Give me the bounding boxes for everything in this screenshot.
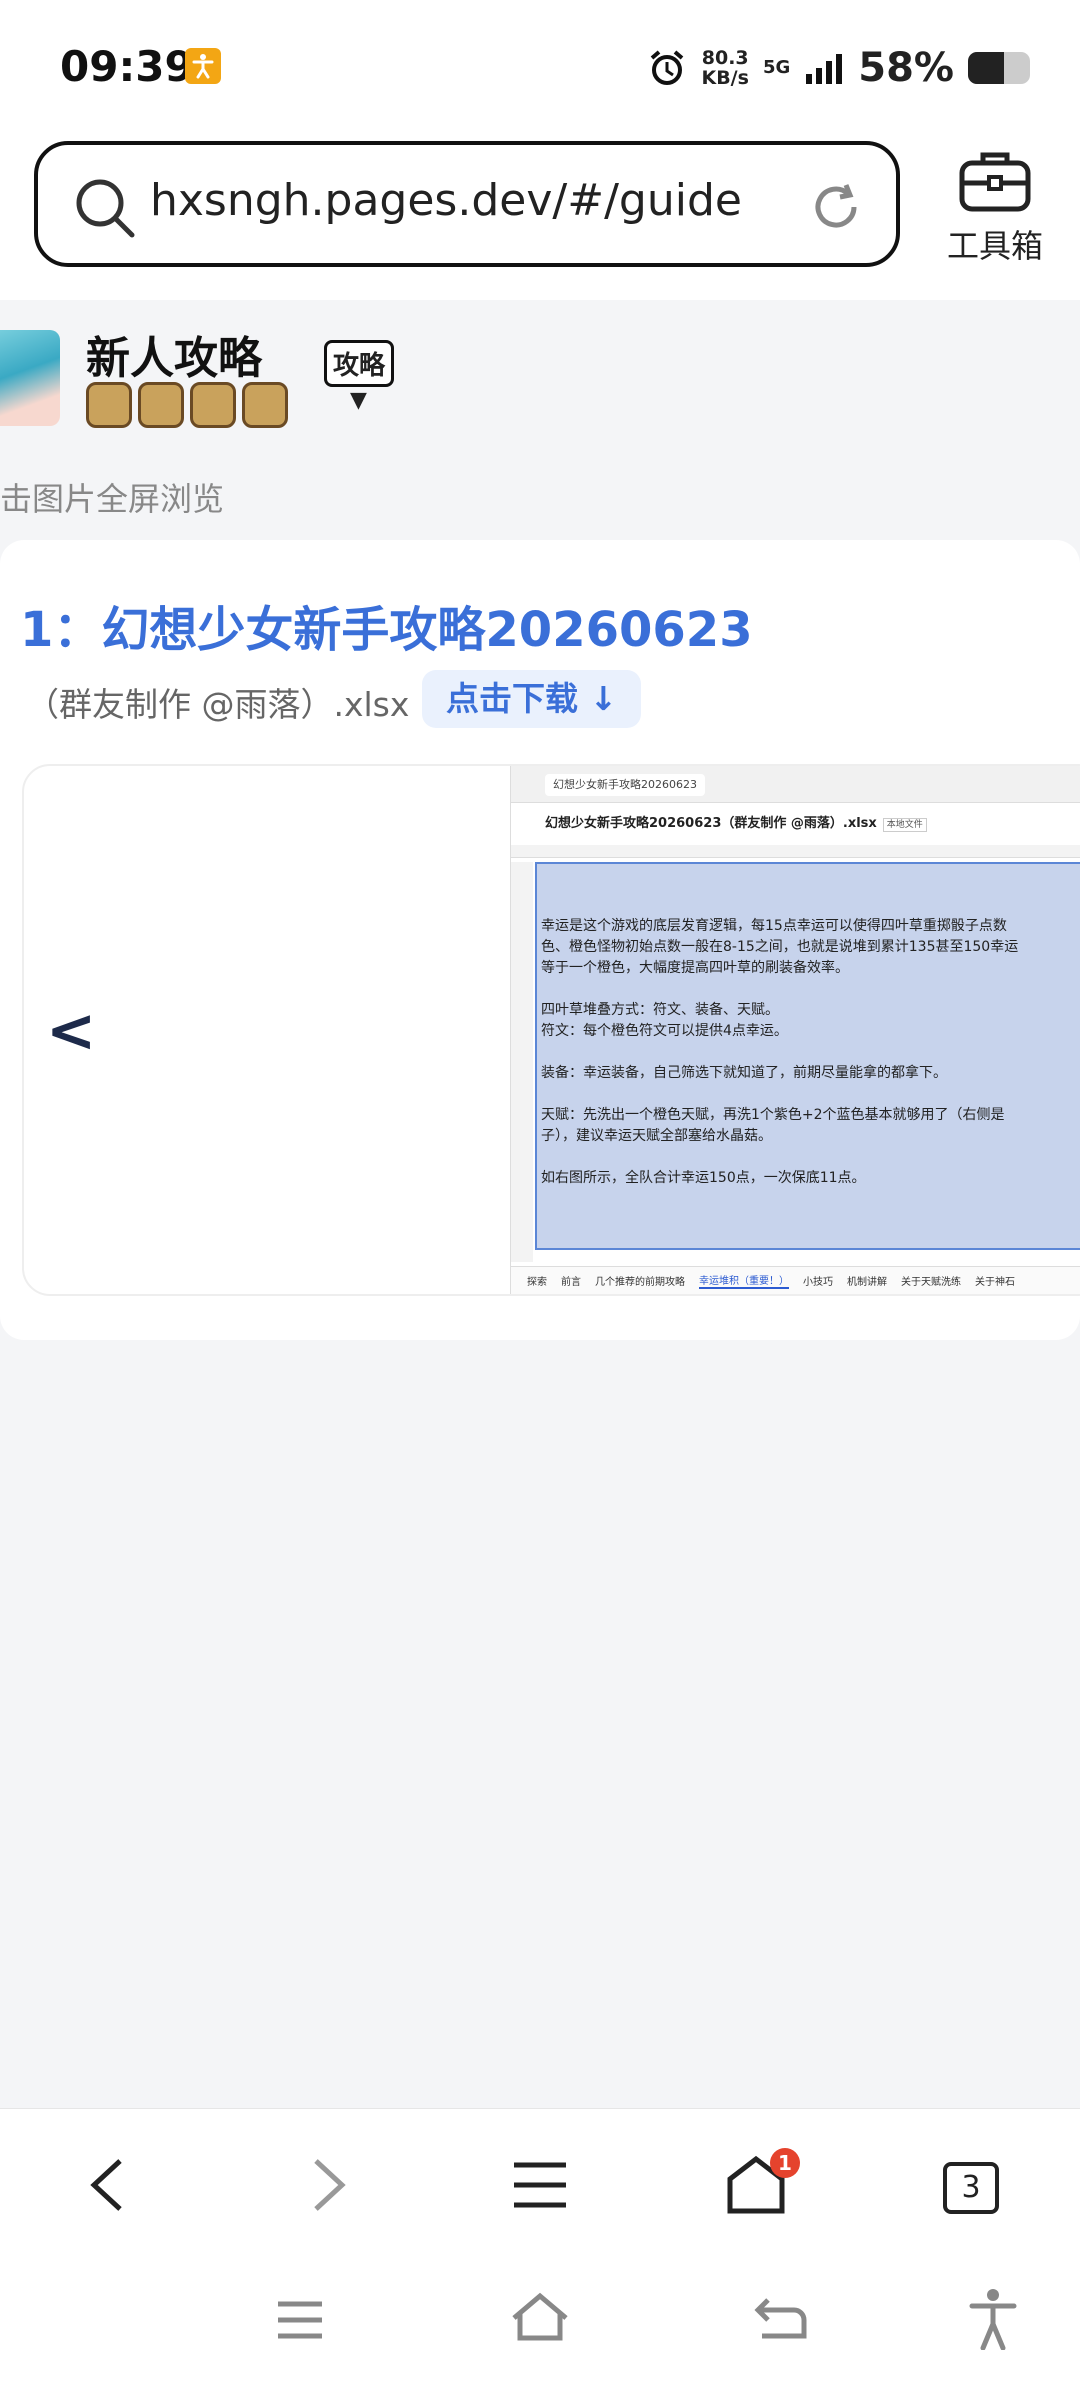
preview-row-numbers [511,862,533,1262]
preview-sheet-tab: 幸运堆积（重要！） [699,1272,789,1289]
search-icon [76,179,135,238]
spreadsheet-preview-image[interactable]: 幻想少女新手攻略20260623 幻想少女新手攻略20260623（群友制作 @… [510,766,1080,1294]
menu-icon[interactable] [510,2155,570,2215]
net-speed-unit: KB/s [701,67,749,89]
preview-sheet-tab: 前言 [561,1277,581,1288]
preview-sheet-tab: 探索 [527,1277,547,1288]
preview-tab: 幻想少女新手攻略20260623 [545,774,705,796]
download-button[interactable]: 点击下载 ↓ [422,670,642,728]
tab-count-button[interactable]: 3 [943,2162,999,2214]
preview-sheet-tab: 机制讲解 [847,1277,887,1288]
guide-card: 1：幻想少女新手攻略20260623 （群友制作 @雨落）.xlsx 点击下载 … [0,540,1080,1340]
reload-icon[interactable] [808,179,864,235]
badge-icon [86,382,132,428]
signal-icon [806,54,843,84]
badge-icon [138,382,184,428]
system-nav-bar [0,2250,1080,2400]
notification-badge: 1 [770,2148,800,2178]
net-speed: 80.3 KB/s [701,48,748,88]
system-home-icon[interactable] [510,2292,570,2342]
preview-sheet-tab: 几个推荐的前期攻略 [595,1277,685,1288]
status-bar: 09:39 80.3 KB/s 5G 58% [0,0,1080,135]
preview-selected-range: 幸运是这个游戏的底层发育逻辑，每15点幸运可以使得四叶草重掷骰子点数 色、橙色怪… [535,862,1080,1250]
image-carousel[interactable]: < 幻想少女新手攻略20260623 幻想少女新手攻略20260623（群友制作… [22,764,1080,1296]
guide-title[interactable]: 1：幻想少女新手攻略20260623 [20,590,753,660]
badge-icon [242,382,288,428]
preview-file-name: 幻想少女新手攻略20260623（群友制作 @雨落）.xlsx [545,816,877,831]
battery-percent: 58% [858,45,954,91]
accessibility-icon [185,48,221,84]
url-text[interactable]: hxsngh.pages.dev/#/guide [150,175,742,226]
forward-arrow-icon[interactable] [296,2155,356,2215]
preview-column-header [511,845,1080,858]
address-bar[interactable]: hxsngh.pages.dev/#/guide [34,141,900,267]
achievement-badges [86,382,288,428]
preview-sheet-tab: 小技巧 [803,1277,833,1288]
preview-file-badge: 本地文件 [882,818,927,832]
toolbox-label: 工具箱 [946,227,1043,265]
briefcase-icon [959,152,1031,212]
system-back-icon[interactable] [754,2296,808,2342]
back-arrow-icon[interactable] [80,2155,140,2215]
preview-file-title: 幻想少女新手攻略20260623（群友制作 @雨落）.xlsx 本地文件 [511,803,1080,845]
preview-sheet-tab: 关于天赋洗练 [901,1277,961,1288]
guide-subtitle: （群友制作 @雨落）.xlsx [26,685,410,724]
battery-fill [968,52,1004,84]
network-type: 5G [763,59,790,77]
browser-toolbar: hxsngh.pages.dev/#/guide 工具箱 [0,135,1080,300]
page-title: 新人攻略 [86,333,262,384]
previous-image-button[interactable]: < [46,996,96,1066]
fullscreen-hint: 击图片全屏浏览 [0,480,225,518]
preview-tabbar: 幻想少女新手攻略20260623 [511,766,1080,803]
toolbox-button[interactable]: 工具箱 [940,149,1050,267]
status-time: 09:39 [60,42,194,91]
preview-cell-text: 幸运是这个游戏的底层发育逻辑，每15点幸运可以使得四叶草重掷骰子点数 色、橙色怪… [541,918,1019,1186]
category-tag[interactable]: 攻略 [324,340,395,387]
avatar [0,330,60,426]
dropdown-triangle-icon[interactable]: ▼ [350,388,367,413]
network-label: 5G [762,57,791,78]
browser-bottom-nav [0,2108,1080,2251]
preview-sheet-tabs: 探索 前言 几个推荐的前期攻略 幸运堆积（重要！） 小技巧 机制讲解 关于天赋洗练 关于神石 [511,1266,1080,1294]
page-content: 新人攻略 攻略 ▼ 击图片全屏浏览 1：幻想少女新手攻略20260623 （群友… [0,300,1080,2108]
badge-icon [190,382,236,428]
recents-icon[interactable] [276,2300,324,2340]
battery-icon [968,52,1030,84]
preview-sheet-tab: 关于神石 [975,1277,1015,1288]
accessibility-shortcut-icon[interactable] [968,2288,1018,2350]
alarm-icon [651,50,684,85]
net-speed-value: 80.3 [701,47,749,69]
